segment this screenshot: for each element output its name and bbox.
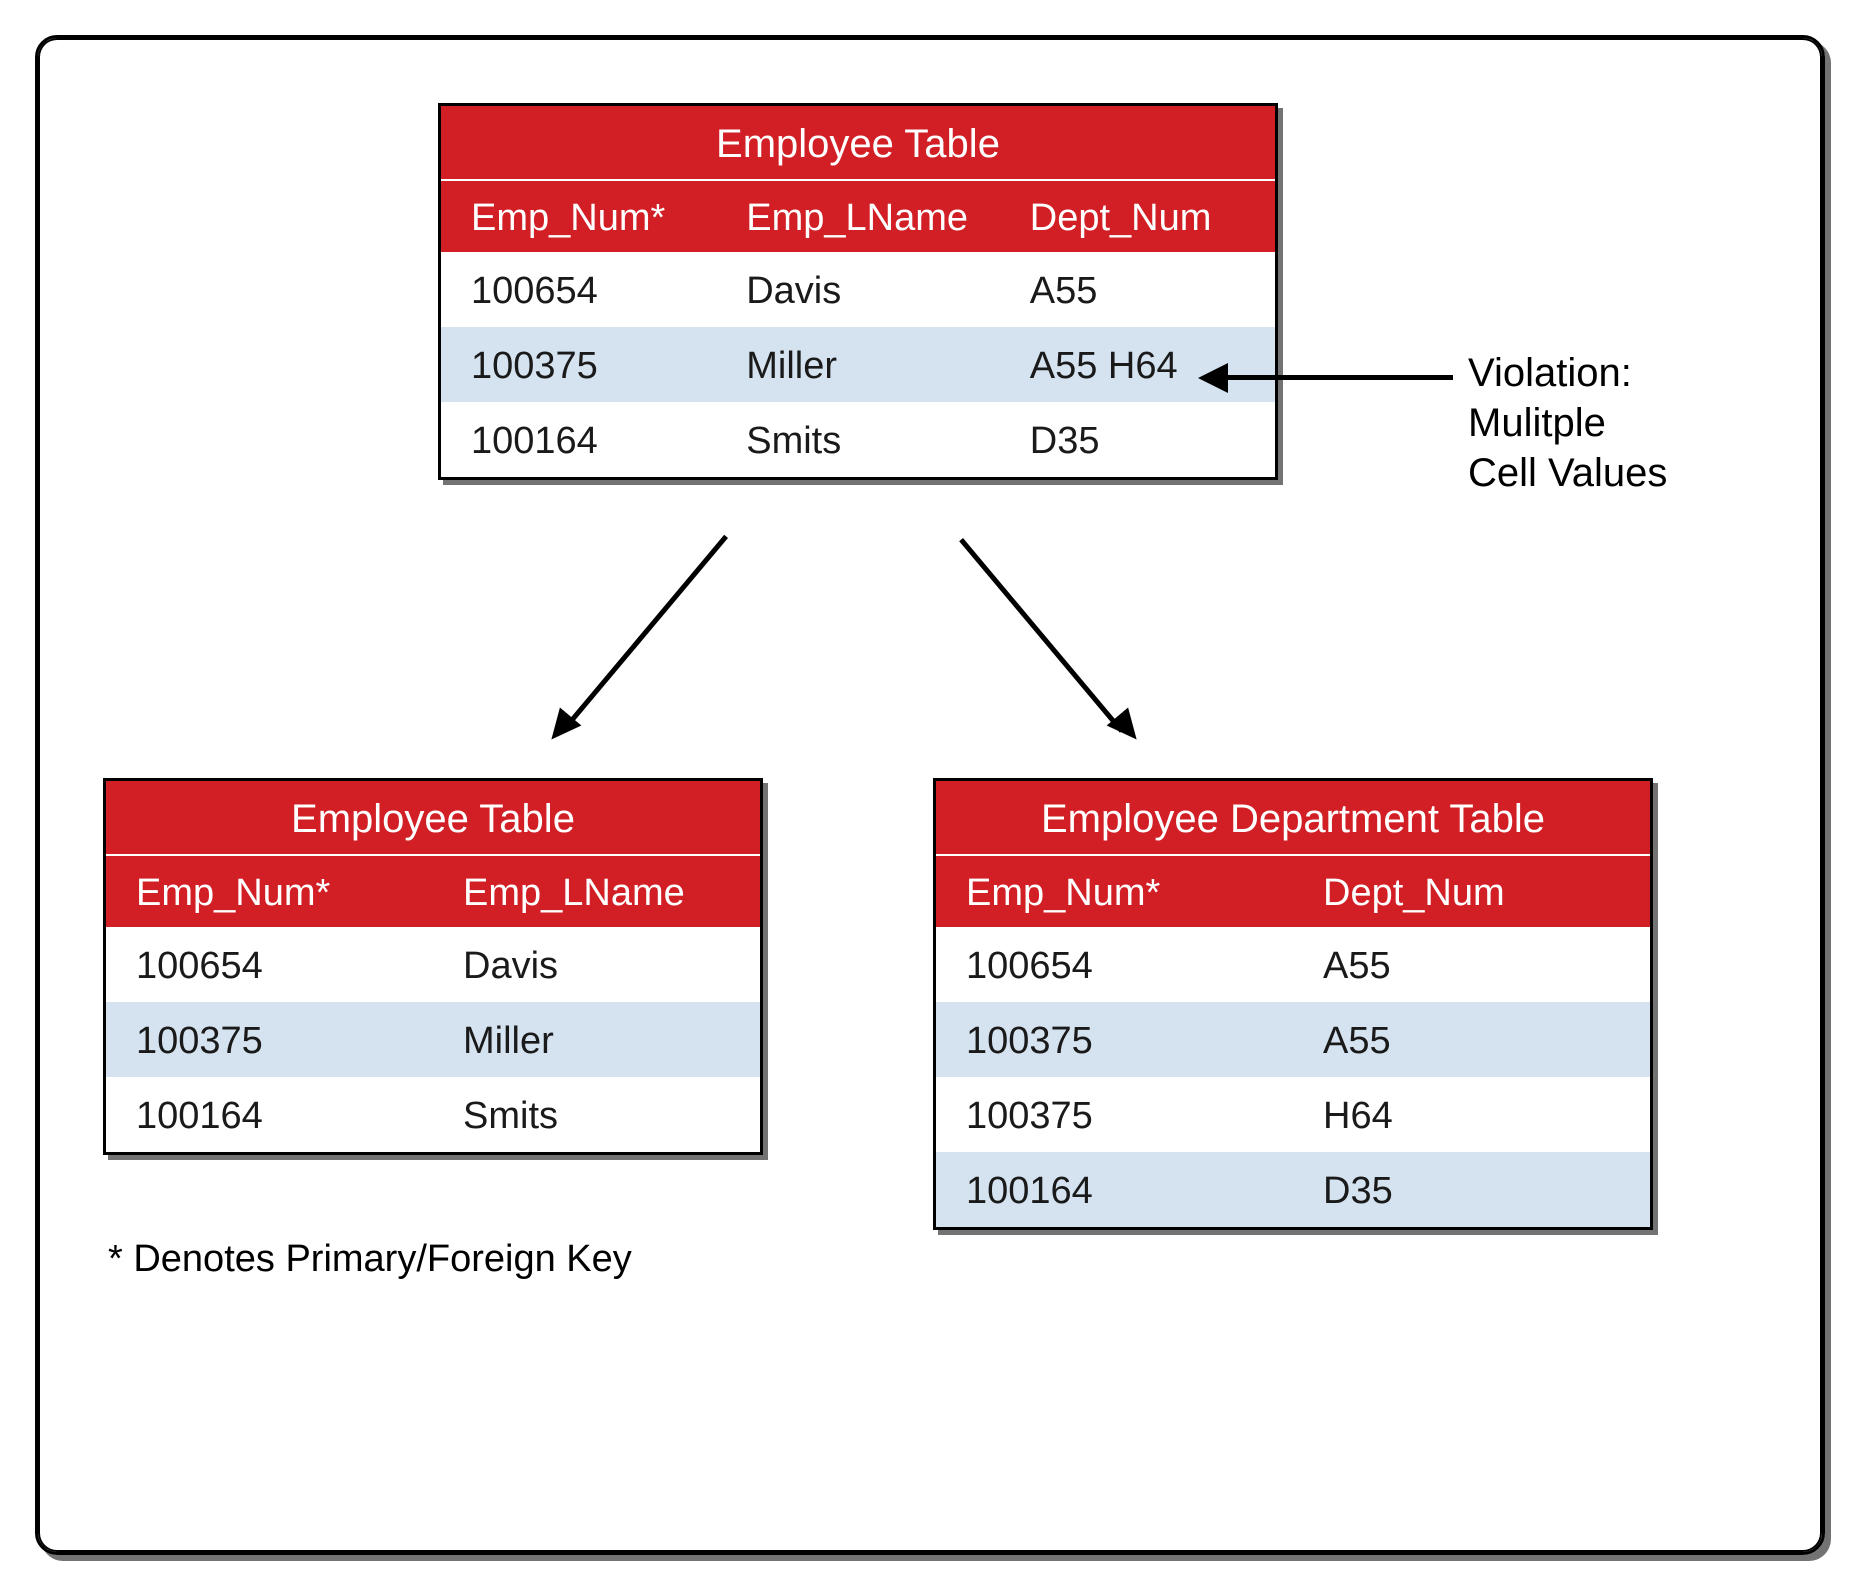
table-row: 100375 Miller A55 H64 [441, 327, 1275, 402]
table-header-row: Emp_Num* Emp_LName [106, 854, 760, 927]
table-header-row: Emp_Num* Emp_LName Dept_Num [441, 179, 1275, 252]
bottom-left-employee-table: Employee Table Emp_Num* Emp_LName 100654… [103, 778, 763, 1155]
cell: A55 [1000, 252, 1275, 327]
cell: Davis [716, 252, 1000, 327]
col-header: Emp_Num* [936, 856, 1293, 927]
table-row: 100654 A55 [936, 927, 1650, 1002]
annotation-line: Cell Values [1468, 448, 1667, 498]
col-header: Dept_Num [1000, 181, 1275, 252]
cell: 100654 [936, 927, 1293, 1002]
cell: 100375 [936, 1002, 1293, 1077]
table-title: Employee Department Table [936, 781, 1650, 854]
cell: 100375 [106, 1002, 433, 1077]
top-employee-table: Employee Table Emp_Num* Emp_LName Dept_N… [438, 103, 1278, 480]
cell: H64 [1293, 1077, 1650, 1152]
annotation-arrow-stub [1226, 375, 1291, 380]
table-title: Employee Table [441, 106, 1275, 179]
diagram-frame: Employee Table Emp_Num* Emp_LName Dept_N… [35, 35, 1825, 1555]
col-header: Emp_Num* [441, 181, 716, 252]
col-header: Emp_Num* [106, 856, 433, 927]
cell: 100375 [936, 1077, 1293, 1152]
cell: 100654 [106, 927, 433, 1002]
cell: Davis [433, 927, 760, 1002]
cell: Smits [433, 1077, 760, 1152]
cell: Miller [716, 327, 1000, 402]
split-arrow-right-line [959, 538, 1124, 733]
footnote-text: * Denotes Primary/Foreign Key [108, 1238, 632, 1281]
table-row: 100654 Davis [106, 927, 760, 1002]
table-row: 100654 Davis A55 [441, 252, 1275, 327]
table-row: 100375 H64 [936, 1077, 1650, 1152]
annotation-arrow-head [1198, 363, 1228, 393]
cell: 100164 [441, 402, 716, 477]
cell: A55 H64 [1000, 327, 1275, 402]
table-row: 100164 Smits D35 [441, 402, 1275, 477]
table-row: 100164 D35 [936, 1152, 1650, 1227]
col-header: Dept_Num [1293, 856, 1650, 927]
annotation-arrow [1288, 375, 1453, 380]
cell: 100164 [106, 1077, 433, 1152]
col-header: Emp_LName [433, 856, 760, 927]
annotation-line: Violation: [1468, 348, 1667, 398]
annotation-line: Mulitple [1468, 398, 1667, 448]
cell: A55 [1293, 927, 1650, 1002]
table-row: 100375 A55 [936, 1002, 1650, 1077]
split-arrow-right-head [1107, 708, 1148, 749]
cell: 100164 [936, 1152, 1293, 1227]
cell: D35 [1293, 1152, 1650, 1227]
cell: Smits [716, 402, 1000, 477]
cell: 100375 [441, 327, 716, 402]
cell: 100654 [441, 252, 716, 327]
col-header: Emp_LName [716, 181, 1000, 252]
table-row: 100375 Miller [106, 1002, 760, 1077]
cell: A55 [1293, 1002, 1650, 1077]
table-header-row: Emp_Num* Dept_Num [936, 854, 1650, 927]
split-arrow-left-line [563, 535, 728, 730]
cell: D35 [1000, 402, 1275, 477]
violation-annotation: Violation: Mulitple Cell Values [1468, 348, 1667, 498]
bottom-right-dept-table: Employee Department Table Emp_Num* Dept_… [933, 778, 1653, 1230]
cell: Miller [433, 1002, 760, 1077]
table-title: Employee Table [106, 781, 760, 854]
table-row: 100164 Smits [106, 1077, 760, 1152]
